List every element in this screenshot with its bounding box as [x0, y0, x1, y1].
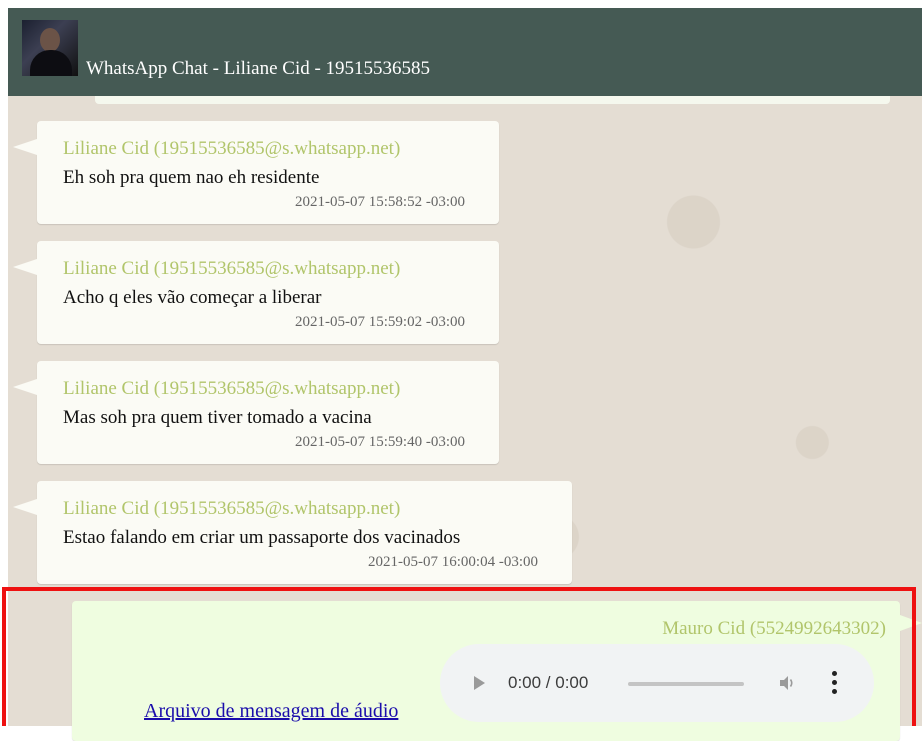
more-vert-icon[interactable]	[832, 671, 838, 695]
previous-bubble-edge	[95, 96, 890, 104]
outgoing-message-bubble: Mauro Cid (5524992643302) 0:00 / 0:00 Ar…	[72, 601, 922, 741]
message-bubble: Liliane Cid (19515536585@s.whatsapp.net)…	[13, 481, 572, 584]
page-title: WhatsApp Chat - Liliane Cid - 1951553658…	[86, 58, 431, 79]
audio-file-link[interactable]: Arquivo de mensagem de áudio	[144, 700, 398, 723]
message-bubble: Liliane Cid (19515536585@s.whatsapp.net)…	[13, 361, 499, 464]
avatar	[22, 20, 78, 76]
message-text: Estao falando em criar um passaporte dos…	[63, 527, 461, 548]
message-text: Eh soh pra quem nao eh residente	[63, 167, 320, 188]
volume-icon[interactable]	[778, 674, 796, 692]
message-bubble: Liliane Cid (19515536585@s.whatsapp.net)…	[13, 241, 499, 344]
chat-header: WhatsApp Chat - Liliane Cid - 1951553658…	[8, 8, 922, 96]
message-text: Acho q eles vão começar a liberar	[63, 287, 322, 308]
message-sender: Liliane Cid (19515536585@s.whatsapp.net)	[63, 498, 401, 519]
message-timestamp: 2021-05-07 15:58:52 -03:00	[295, 194, 465, 210]
message-timestamp: 2021-05-07 15:59:02 -03:00	[295, 314, 465, 330]
message-sender: Liliane Cid (19515536585@s.whatsapp.net)	[63, 378, 401, 399]
audio-progress-slider[interactable]	[628, 682, 744, 686]
play-icon[interactable]	[474, 676, 485, 690]
message-timestamp: 2021-05-07 16:00:04 -03:00	[368, 554, 538, 570]
message-timestamp: 2021-05-07 15:59:40 -03:00	[295, 434, 465, 450]
message-sender: Mauro Cid (5524992643302)	[662, 618, 886, 639]
message-text: Mas soh pra quem tiver tomado a vacina	[63, 407, 372, 428]
audio-time: 0:00 / 0:00	[508, 673, 589, 692]
message-sender: Liliane Cid (19515536585@s.whatsapp.net)	[63, 258, 401, 279]
message-bubble: Liliane Cid (19515536585@s.whatsapp.net)…	[13, 121, 499, 224]
message-sender: Liliane Cid (19515536585@s.whatsapp.net)	[63, 138, 401, 159]
audio-player[interactable]: 0:00 / 0:00	[440, 644, 874, 722]
